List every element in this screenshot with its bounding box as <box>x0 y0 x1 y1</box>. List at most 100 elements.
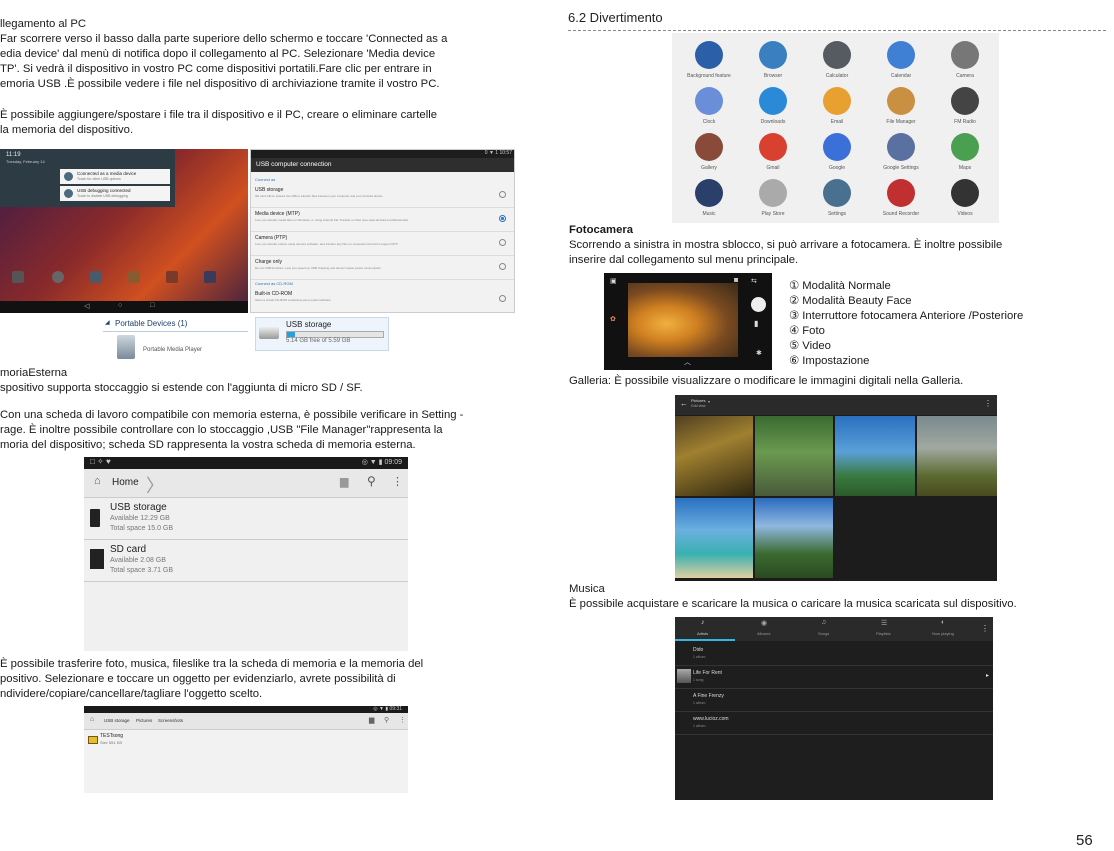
app-google[interactable]: Google <box>810 133 864 177</box>
chevron-up-icon[interactable]: ︿ <box>684 357 691 367</box>
file-icon[interactable] <box>128 271 140 283</box>
app-email[interactable]: Email <box>810 87 864 131</box>
collapse-icon[interactable]: ◢ <box>105 319 110 326</box>
list-item[interactable]: www.lucioz.com 1 album <box>675 712 993 735</box>
app-camera[interactable]: Camera <box>938 41 992 85</box>
overflow-menu-icon[interactable]: ⋮ <box>981 624 989 633</box>
app-downloads[interactable]: Downloads <box>746 87 800 131</box>
list-item-sd-card[interactable]: SD card Available 2.08 GB Total space 3.… <box>84 541 408 582</box>
app-bg-feature[interactable]: Background feature <box>682 41 736 85</box>
breadcrumb-item[interactable]: Screenshots <box>158 718 183 723</box>
browser-icon <box>759 41 787 69</box>
app-label: Clock <box>702 119 716 125</box>
switch-camera-icon[interactable]: ⇆ <box>751 277 757 285</box>
nav-bar: ◁ ○ □ <box>0 301 248 313</box>
recents-icon[interactable]: □ <box>150 302 154 309</box>
radio-button[interactable] <box>499 191 506 198</box>
list-item[interactable]: A Fine Frenzy 1 album <box>675 689 993 712</box>
gallery-icon[interactable] <box>166 271 178 283</box>
back-arrow-icon[interactable]: ← <box>680 399 688 408</box>
settings-icon[interactable]: ✱ <box>756 349 762 357</box>
app-clock[interactable]: Clock <box>682 87 736 131</box>
dropdown-icon[interactable]: ▾ <box>708 399 710 404</box>
app-music[interactable]: Music <box>682 179 736 223</box>
app-settings[interactable]: Settings <box>810 179 864 223</box>
app-icon[interactable] <box>90 271 102 283</box>
beauty-face-icon[interactable]: ✿ <box>610 315 616 323</box>
photo-thumbnail[interactable] <box>675 498 753 578</box>
radio-button[interactable] <box>499 295 506 302</box>
list-item[interactable]: Dido 1 album <box>675 643 993 666</box>
home-icon[interactable]: ○ <box>118 302 122 309</box>
app-calendar[interactable]: Calendar <box>874 41 928 85</box>
radio-button[interactable] <box>499 263 506 270</box>
tab-albums[interactable]: ◉ Albums <box>735 617 795 641</box>
album-count: 1 song <box>693 678 704 682</box>
play-icon[interactable]: ▸ <box>986 672 989 679</box>
settings-icon[interactable] <box>204 271 216 283</box>
option-charge-only[interactable]: Charge only Do not USB functions. Lets y… <box>251 256 514 280</box>
video-icon[interactable]: ▮ <box>754 319 758 328</box>
gallery-album[interactable]: Pictures <box>691 398 705 403</box>
app-icon[interactable] <box>12 271 24 283</box>
app-fm-radio[interactable]: FM Radio <box>938 87 992 131</box>
devices-group-header[interactable]: ◢ Portable Devices (1) <box>103 317 248 332</box>
notification-media-device[interactable]: Connected as a media device Touch for ot… <box>60 169 170 184</box>
tab-songs[interactable]: ♫ Songs <box>795 617 855 641</box>
app-videos[interactable]: Videos <box>938 179 992 223</box>
media-player-icon[interactable] <box>117 335 135 359</box>
usb-storage-tile[interactable]: USB storage 5.14 GB free of 5.59 GB <box>255 317 389 351</box>
breadcrumb-item[interactable]: USB storage <box>104 718 130 723</box>
photo-thumbnail[interactable] <box>835 416 915 496</box>
feature-item: ④ Foto <box>789 325 825 337</box>
photo-thumbnail[interactable] <box>755 498 833 578</box>
search-icon[interactable]: ⚲ <box>384 716 389 724</box>
list-item-file[interactable]: TESTsong Size 551 KB <box>84 732 408 748</box>
camera-mode-icon[interactable]: ◙ <box>734 277 738 284</box>
list-item[interactable]: Life For Rent 1 song ▸ <box>675 666 993 689</box>
radio-button[interactable] <box>499 239 506 246</box>
list-item-usb-storage[interactable]: USB storage Available 12.29 GB Total spa… <box>84 499 408 540</box>
app-play-store[interactable]: Play Store <box>746 179 800 223</box>
app-google-settings[interactable]: Google Settings <box>874 133 928 177</box>
photo-thumbnail[interactable] <box>675 416 753 496</box>
camera-icon[interactable] <box>52 271 64 283</box>
sound-recorder-icon <box>887 179 915 207</box>
notification-usb-debugging[interactable]: USB debugging connected Touch to disable… <box>60 186 170 201</box>
feature-item: ② Modalità Beauty Face <box>789 295 912 307</box>
tab-playlists[interactable]: ☰ Playlists <box>855 617 915 641</box>
app-calculator[interactable]: Calculator <box>810 41 864 85</box>
app-sound-recorder[interactable]: Sound Recorder <box>874 179 928 223</box>
tab-artists[interactable]: ♪ Artists <box>675 617 735 641</box>
text-line: È possibile trasferire foto, musica, fil… <box>0 658 424 670</box>
home-icon[interactable]: ⌂ <box>94 475 101 487</box>
gallery-view-mode[interactable]: Grid view <box>691 404 706 408</box>
option-media-device[interactable]: Media device (MTP) Lets you transfer med… <box>251 208 514 232</box>
select-icon[interactable]: ▆ <box>369 716 374 724</box>
app-gallery[interactable]: Gallery <box>682 133 736 177</box>
photo-thumbnail[interactable] <box>755 416 833 496</box>
app-maps[interactable]: Maps <box>938 133 992 177</box>
app-browser[interactable]: Browser <box>746 41 800 85</box>
option-usb-storage[interactable]: USB storage SD card will be shared via U… <box>251 184 514 208</box>
device-label[interactable]: Portable Media Player <box>143 347 202 353</box>
app-file-manager[interactable]: File Manager <box>874 87 928 131</box>
feature-item: ⑤ Video <box>789 340 831 352</box>
overflow-menu-icon[interactable]: ⋮ <box>984 399 992 408</box>
overflow-menu-icon[interactable]: ⋮ <box>399 716 406 724</box>
app-gmail[interactable]: Gmail <box>746 133 800 177</box>
folder-icon[interactable]: ▆ <box>340 475 348 488</box>
option-cdrom[interactable]: Built-in CD-ROM Show a virtual CD-ROM co… <box>251 288 514 310</box>
photo-thumbnail[interactable] <box>917 416 997 496</box>
breadcrumb-home[interactable]: Home <box>112 477 139 488</box>
breadcrumb-item[interactable]: Pictures <box>136 718 152 723</box>
radio-button-selected[interactable] <box>499 215 506 222</box>
overflow-menu-icon[interactable]: ⋮ <box>392 475 403 488</box>
tab-now-playing[interactable]: ◐ Now playing <box>915 617 975 641</box>
back-icon[interactable]: ◁ <box>84 302 89 310</box>
gallery-thumb-icon[interactable]: ▣ <box>610 277 617 285</box>
search-icon[interactable]: ⚲ <box>367 474 376 488</box>
option-camera-ptp[interactable]: Camera (PTP) Lets you transfer photos us… <box>251 232 514 256</box>
home-icon[interactable]: ⌂ <box>90 716 94 723</box>
shutter-button[interactable] <box>751 297 766 312</box>
